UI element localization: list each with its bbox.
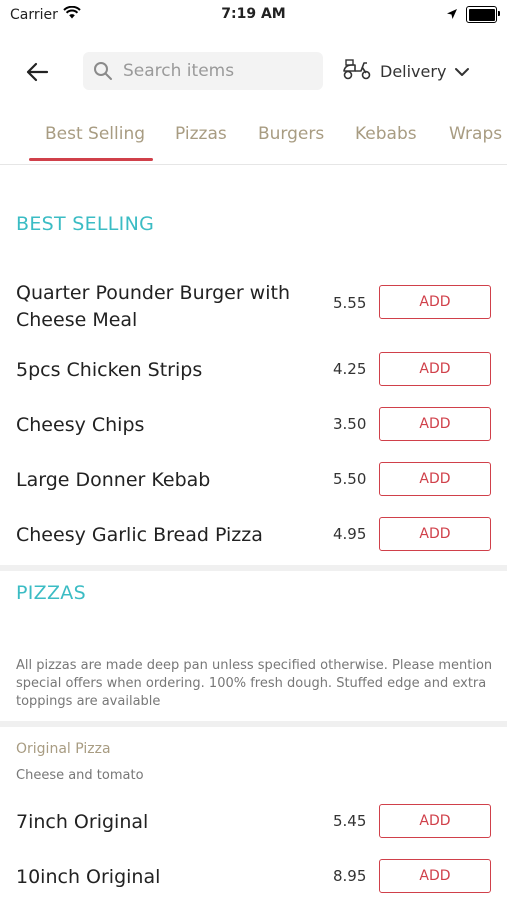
back-button[interactable]	[22, 58, 52, 86]
item-name: Quarter Pounder Burger with Cheese Meal	[16, 282, 290, 331]
item-name: 5pcs Chicken Strips	[16, 359, 203, 381]
item-price: 5.50	[333, 470, 367, 488]
item-price: 5.45	[333, 812, 367, 830]
section-divider	[0, 721, 507, 727]
pizzas-note: All pizzas are made deep pan unless spec…	[16, 658, 493, 709]
status-time: 7:19 AM	[221, 6, 286, 22]
location-arrow-icon	[446, 5, 458, 24]
item-price: 3.50	[333, 415, 367, 433]
add-button[interactable]: ADD	[379, 517, 491, 551]
section-title-pizzas: PIZZAS	[16, 582, 86, 604]
subcategory-title: Original Pizza	[16, 741, 111, 757]
section-divider	[0, 565, 507, 571]
header-bar: Delivery	[0, 50, 507, 94]
status-right-group	[446, 5, 500, 24]
tab-burgers[interactable]: Burgers	[258, 124, 324, 144]
scooter-icon	[342, 58, 372, 84]
subcategory-description: Cheese and tomato	[16, 768, 144, 783]
section-title-best-selling: BEST SELLING	[16, 213, 155, 235]
item-name: Cheesy Chips	[16, 414, 145, 436]
item-price: 4.25	[333, 360, 367, 378]
tab-wraps[interactable]: Wraps	[449, 124, 502, 144]
item-name: 10inch Original	[16, 866, 161, 888]
search-icon	[93, 61, 113, 81]
item-price: 8.95	[333, 867, 367, 885]
active-tab-indicator	[29, 158, 153, 161]
item-name: Large Donner Kebab	[16, 469, 211, 491]
item-name: 7inch Original	[16, 811, 149, 833]
add-button[interactable]: ADD	[379, 407, 491, 441]
add-button[interactable]: ADD	[379, 859, 491, 893]
tab-kebabs[interactable]: Kebabs	[355, 124, 417, 144]
category-tabs: Best Selling Pizzas Burgers Kebabs Wraps	[0, 112, 507, 165]
search-input[interactable]	[121, 60, 305, 82]
add-button[interactable]: ADD	[379, 462, 491, 496]
item-price: 4.95	[333, 525, 367, 543]
status-bar: Carrier 7:19 AM	[0, 0, 507, 30]
item-price: 5.55	[333, 294, 367, 312]
tab-pizzas[interactable]: Pizzas	[175, 124, 227, 144]
tab-best-selling[interactable]: Best Selling	[45, 124, 145, 144]
battery-icon	[466, 6, 500, 23]
chevron-down-icon	[454, 62, 470, 81]
delivery-label: Delivery	[380, 61, 447, 81]
delivery-selector[interactable]: Delivery	[342, 58, 470, 84]
item-name: Cheesy Garlic Bread Pizza	[16, 524, 263, 546]
add-button[interactable]: ADD	[379, 352, 491, 386]
add-button[interactable]: ADD	[379, 285, 491, 319]
back-arrow-icon	[26, 62, 49, 82]
add-button[interactable]: ADD	[379, 804, 491, 838]
search-box[interactable]	[83, 52, 323, 90]
